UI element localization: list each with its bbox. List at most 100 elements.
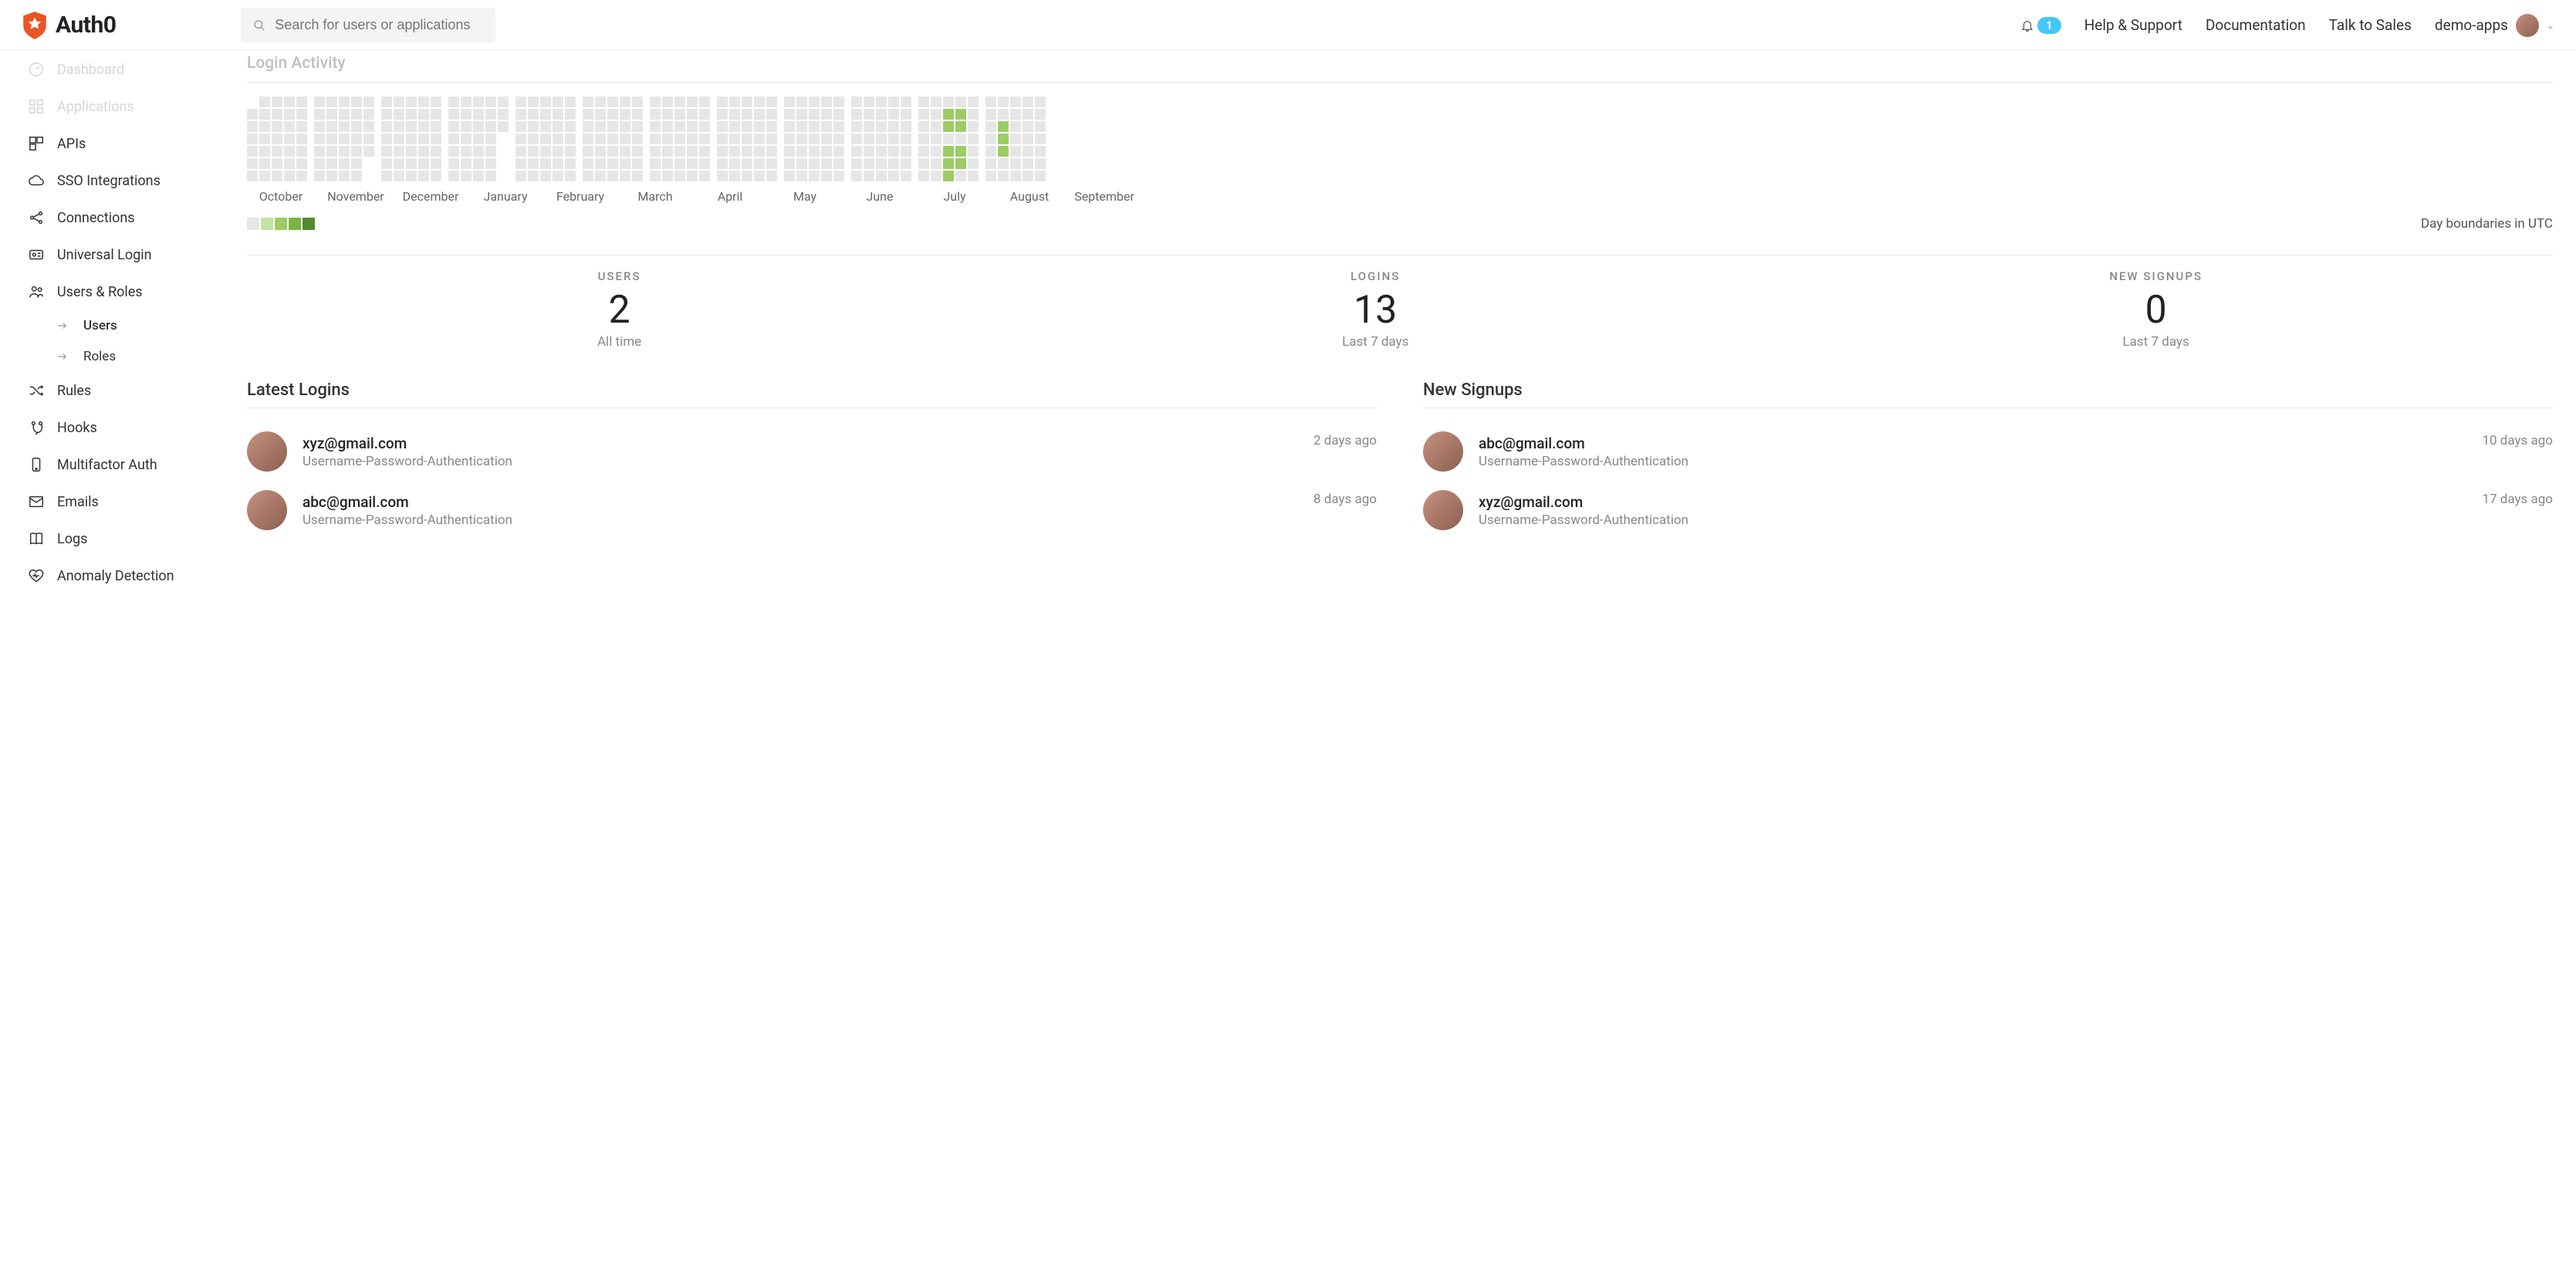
heatmap-cell[interactable]	[284, 158, 295, 169]
heatmap-cell[interactable]	[943, 158, 954, 169]
heatmap-cell[interactable]	[754, 134, 765, 144]
heatmap-cell[interactable]	[448, 158, 459, 169]
heatmap-cell[interactable]	[418, 121, 429, 132]
heatmap-cell[interactable]	[448, 96, 459, 107]
heatmap-cell[interactable]	[296, 158, 307, 169]
heatmap-cell[interactable]	[687, 146, 698, 157]
heatmap-cell[interactable]	[351, 109, 362, 120]
heatmap-cell[interactable]	[985, 121, 996, 132]
heatmap-cell[interactable]	[326, 96, 337, 107]
heatmap-cell[interactable]	[528, 158, 539, 169]
heatmap-cell[interactable]	[498, 121, 509, 132]
heatmap-cell[interactable]	[901, 171, 911, 181]
heatmap-cell[interactable]	[864, 134, 874, 144]
heatmap-cell[interactable]	[565, 96, 576, 107]
heatmap-cell[interactable]	[985, 134, 996, 144]
heatmap-cell[interactable]	[247, 171, 258, 181]
heatmap-cell[interactable]	[583, 134, 593, 144]
heatmap-cell[interactable]	[485, 121, 496, 132]
heatmap-cell[interactable]	[674, 96, 685, 107]
heatmap-cell[interactable]	[821, 109, 832, 120]
heatmap-cell[interactable]	[406, 121, 417, 132]
heatmap-cell[interactable]	[918, 134, 929, 144]
list-item[interactable]: abc@gmail.comUsername-Password-Authentic…	[247, 481, 1377, 539]
heatmap-cell[interactable]	[876, 146, 887, 157]
heatmap-cell[interactable]	[796, 109, 807, 120]
heatmap-cell[interactable]	[326, 171, 337, 181]
heatmap-cell[interactable]	[742, 158, 752, 169]
heatmap-cell[interactable]	[259, 134, 270, 144]
heatmap-cell[interactable]	[553, 134, 563, 144]
heatmap-cell[interactable]	[1010, 146, 1021, 157]
heatmap-cell[interactable]	[247, 121, 258, 132]
heatmap-cell[interactable]	[809, 96, 820, 107]
heatmap-cell[interactable]	[296, 171, 307, 181]
heatmap-cell[interactable]	[754, 109, 765, 120]
heatmap-cell[interactable]	[717, 158, 728, 169]
heatmap-cell[interactable]	[516, 171, 526, 181]
heatmap-cell[interactable]	[1010, 134, 1021, 144]
heatmap-cell[interactable]	[687, 158, 698, 169]
heatmap-cell[interactable]	[931, 146, 941, 157]
heatmap-cell[interactable]	[650, 146, 661, 157]
sidebar-item-apis[interactable]: APIs	[22, 125, 232, 162]
heatmap-cell[interactable]	[314, 171, 325, 181]
heatmap-cell[interactable]	[259, 96, 270, 107]
heatmap-cell[interactable]	[742, 134, 752, 144]
heatmap-cell[interactable]	[516, 158, 526, 169]
heatmap-cell[interactable]	[595, 96, 606, 107]
heatmap-cell[interactable]	[431, 121, 441, 132]
heatmap-cell[interactable]	[381, 171, 392, 181]
heatmap-cell[interactable]	[485, 134, 496, 144]
heatmap-cell[interactable]	[821, 158, 832, 169]
heatmap-cell[interactable]	[528, 121, 539, 132]
heatmap-cell[interactable]	[485, 109, 496, 120]
notifications-button[interactable]: 1	[2020, 17, 2061, 34]
heatmap-cell[interactable]	[247, 146, 258, 157]
heatmap-cell[interactable]	[595, 134, 606, 144]
heatmap-cell[interactable]	[431, 96, 441, 107]
heatmap-cell[interactable]	[864, 96, 874, 107]
heatmap-cell[interactable]	[650, 158, 661, 169]
heatmap-cell[interactable]	[418, 96, 429, 107]
heatmap-cell[interactable]	[833, 134, 844, 144]
heatmap-cell[interactable]	[473, 171, 484, 181]
heatmap-cell[interactable]	[955, 134, 966, 144]
heatmap-cell[interactable]	[431, 146, 441, 157]
heatmap-cell[interactable]	[394, 171, 404, 181]
heatmap-cell[interactable]	[968, 171, 979, 181]
heatmap-cell[interactable]	[565, 134, 576, 144]
heatmap-cell[interactable]	[888, 158, 899, 169]
heatmap-cell[interactable]	[272, 171, 282, 181]
heatmap-cell[interactable]	[809, 146, 820, 157]
heatmap-cell[interactable]	[1010, 158, 1021, 169]
heatmap-cell[interactable]	[918, 146, 929, 157]
heatmap-cell[interactable]	[687, 121, 698, 132]
heatmap-cell[interactable]	[516, 121, 526, 132]
heatmap-cell[interactable]	[955, 96, 966, 107]
heatmap-cell[interactable]	[662, 171, 673, 181]
heatmap-cell[interactable]	[888, 134, 899, 144]
heatmap-cell[interactable]	[431, 134, 441, 144]
sidebar-item-anomaly-detection[interactable]: Anomaly Detection	[22, 557, 232, 594]
heatmap-cell[interactable]	[351, 158, 362, 169]
heatmap-cell[interactable]	[955, 171, 966, 181]
heatmap-cell[interactable]	[650, 121, 661, 132]
heatmap-cell[interactable]	[528, 171, 539, 181]
heatmap-cell[interactable]	[821, 171, 832, 181]
heatmap-cell[interactable]	[876, 96, 887, 107]
heatmap-cell[interactable]	[461, 96, 472, 107]
heatmap-cell[interactable]	[528, 96, 539, 107]
heatmap-cell[interactable]	[448, 171, 459, 181]
heatmap-cell[interactable]	[351, 121, 362, 132]
heatmap-cell[interactable]	[729, 109, 740, 120]
heatmap-cell[interactable]	[351, 96, 362, 107]
sidebar-item-connections[interactable]: Connections	[22, 199, 232, 236]
heatmap-cell[interactable]	[363, 121, 374, 132]
heatmap-cell[interactable]	[943, 134, 954, 144]
heatmap-cell[interactable]	[473, 96, 484, 107]
heatmap-cell[interactable]	[833, 171, 844, 181]
heatmap-cell[interactable]	[607, 96, 618, 107]
heatmap-cell[interactable]	[473, 146, 484, 157]
heatmap-cell[interactable]	[901, 121, 911, 132]
